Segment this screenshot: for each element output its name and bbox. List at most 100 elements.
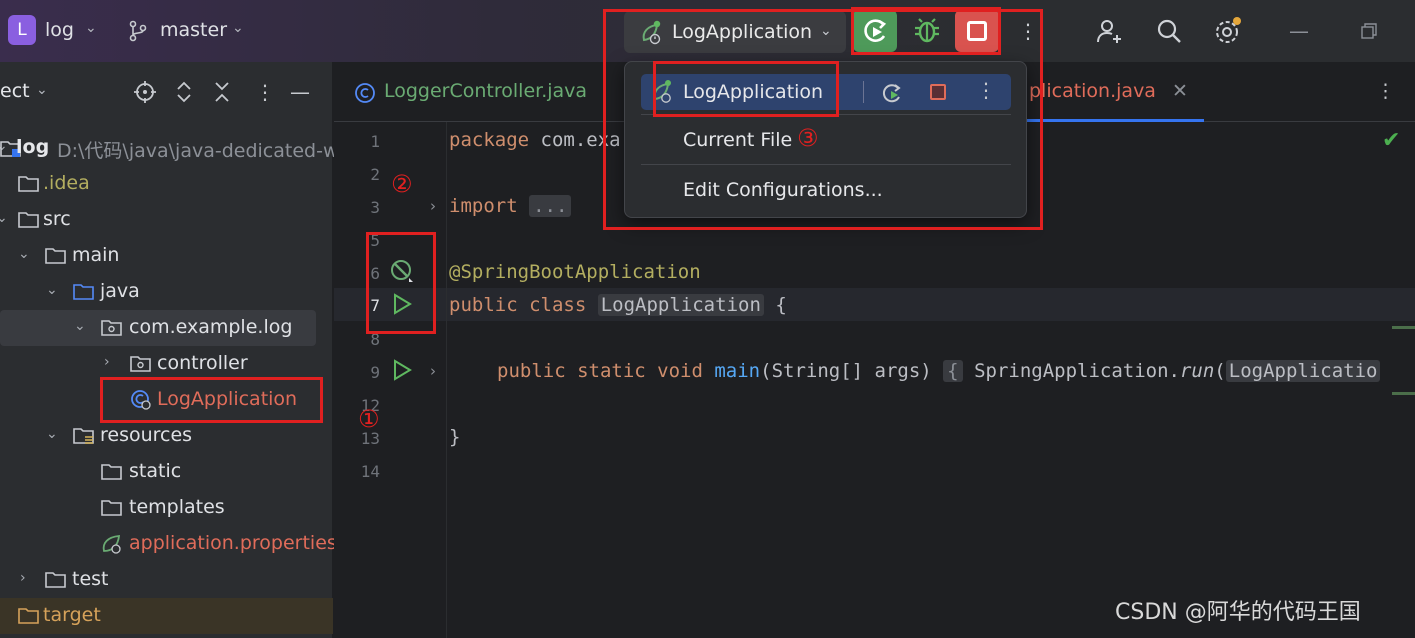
annotation-box-gutter bbox=[366, 232, 436, 334]
tree-item-label: controller bbox=[157, 352, 248, 374]
code-keyword: package bbox=[449, 129, 530, 151]
settings-icon[interactable] bbox=[1211, 14, 1245, 48]
run-gutter-icon[interactable] bbox=[390, 358, 414, 382]
change-marker bbox=[1392, 326, 1415, 329]
collapse-all-icon[interactable] bbox=[212, 80, 232, 109]
tree-item-application-properties[interactable]: application.properties bbox=[0, 526, 337, 562]
excluded-folder-icon bbox=[18, 608, 39, 624]
tree-item-templates[interactable]: templates bbox=[0, 490, 333, 526]
project-name[interactable]: log bbox=[45, 19, 74, 41]
fold-icon[interactable]: › bbox=[430, 197, 436, 215]
tree-item-idea[interactable]: .idea bbox=[0, 166, 333, 202]
chevron-down-icon[interactable]: ⌄ bbox=[85, 20, 97, 36]
hide-panel-icon[interactable]: — bbox=[290, 80, 310, 104]
tab-label: LoggerController.java bbox=[384, 80, 588, 102]
tree-item-src[interactable]: ⌄ src bbox=[0, 202, 333, 238]
search-icon[interactable] bbox=[1152, 14, 1186, 48]
tab-label: plication.java bbox=[1029, 80, 1156, 102]
change-marker bbox=[1392, 392, 1415, 395]
code-line-9[interactable]: public static void main(String[] args) {… bbox=[497, 360, 1381, 382]
more-icon[interactable]: ⋮ bbox=[1376, 80, 1395, 102]
code-keyword: import bbox=[449, 195, 518, 217]
tree-item-label: java bbox=[100, 280, 140, 302]
folder-icon bbox=[45, 572, 66, 588]
expand-all-icon[interactable] bbox=[174, 80, 194, 109]
module-path: D:\代码\java\java-dedicated-w bbox=[57, 140, 339, 162]
code-text: ( bbox=[1214, 360, 1226, 382]
tree-item-java[interactable]: ⌄ java bbox=[0, 274, 333, 310]
chevron-down-icon[interactable]: ⌄ bbox=[0, 210, 8, 226]
annotation-number-2: ② bbox=[391, 170, 413, 198]
tree-item-target[interactable]: target bbox=[0, 598, 333, 634]
code-keyword: public static void bbox=[497, 360, 703, 382]
chevron-down-icon[interactable]: ⌄ bbox=[232, 20, 244, 36]
code-line-1[interactable]: package com.exa bbox=[449, 129, 621, 151]
tree-item-label: src bbox=[43, 208, 71, 230]
chevron-right-icon[interactable]: › bbox=[104, 354, 110, 370]
folder-icon bbox=[45, 248, 66, 264]
project-panel-header: ect ⌄ ⋮ — bbox=[0, 62, 333, 122]
code-line-13[interactable]: } bbox=[449, 426, 460, 448]
annotation-number-1: ① bbox=[358, 405, 380, 433]
code-argument: LogApplicatio bbox=[1225, 360, 1381, 382]
restore-icon[interactable] bbox=[1352, 14, 1386, 48]
branch-icon bbox=[129, 20, 147, 42]
tree-item-label: application.properties bbox=[129, 532, 337, 554]
chevron-down-icon[interactable]: ⌄ bbox=[36, 82, 48, 98]
tree-item-static[interactable]: static bbox=[0, 454, 333, 490]
minimize-icon[interactable]: — bbox=[1282, 14, 1316, 48]
code-line-7[interactable]: public class LogApplication { bbox=[449, 294, 787, 316]
annotation-box-tree-item bbox=[100, 377, 323, 423]
line-number: 1 bbox=[370, 132, 380, 151]
fold-icon[interactable]: › bbox=[430, 362, 436, 380]
folder-icon bbox=[18, 176, 39, 192]
tree-item-com-example-log[interactable]: ⌄ com.example.log bbox=[0, 310, 316, 346]
folder-icon bbox=[101, 500, 122, 516]
project-badge[interactable]: L bbox=[8, 15, 36, 45]
chevron-down-icon[interactable]: ⌄ bbox=[46, 282, 58, 298]
code-line-3[interactable]: import ... bbox=[449, 195, 572, 217]
locate-icon[interactable] bbox=[133, 80, 157, 109]
close-icon[interactable]: ✕ bbox=[1172, 80, 1188, 102]
package-icon bbox=[101, 320, 122, 336]
tree-item-main[interactable]: ⌄ main bbox=[0, 238, 333, 274]
tree-item-label: templates bbox=[129, 496, 225, 518]
tree-item-label: log bbox=[16, 136, 50, 158]
source-folder-icon bbox=[73, 284, 94, 300]
add-user-icon[interactable] bbox=[1092, 14, 1126, 48]
tree-item-test[interactable]: › test bbox=[0, 562, 333, 598]
chevron-down-icon[interactable]: ⌄ bbox=[18, 246, 30, 262]
package-icon bbox=[130, 356, 151, 372]
folded-body[interactable]: { bbox=[943, 360, 963, 382]
code-line-6[interactable]: @SpringBootApplication bbox=[449, 261, 701, 283]
tree-item-log[interactable]: ⌄ log D:\代码\java\java-dedicated-w bbox=[0, 130, 338, 166]
folder-icon bbox=[18, 212, 39, 228]
tree-item-label: .idea bbox=[43, 172, 90, 194]
line-number: 2 bbox=[370, 165, 380, 184]
code-text: { bbox=[763, 294, 787, 316]
project-panel-title[interactable]: ect bbox=[0, 80, 30, 102]
tree-item-label: resources bbox=[100, 424, 193, 446]
chevron-down-icon[interactable]: ⌄ bbox=[46, 426, 58, 442]
chevron-right-icon[interactable]: › bbox=[20, 570, 26, 586]
code-class-name: LogApplication bbox=[597, 294, 764, 316]
code-keyword: public class bbox=[449, 294, 587, 316]
more-icon[interactable]: ⋮ bbox=[255, 80, 275, 104]
code-method-name: main bbox=[714, 360, 761, 382]
check-icon: ✔ bbox=[1382, 128, 1401, 153]
tree-item-label: main bbox=[72, 244, 120, 266]
tree-item-label: target bbox=[43, 604, 101, 626]
tree-item-label: static bbox=[129, 460, 182, 482]
branch-name[interactable]: master bbox=[160, 19, 227, 41]
watermark: CSDN @阿华的代码王国 bbox=[1115, 600, 1361, 625]
line-number: 14 bbox=[360, 462, 380, 481]
code-method-call: run bbox=[1179, 360, 1215, 382]
code-text: (String[] args) bbox=[760, 360, 932, 382]
annotation-number-3: ③ bbox=[797, 124, 819, 152]
class-icon bbox=[355, 83, 375, 103]
folded-imports[interactable]: ... bbox=[529, 195, 572, 217]
gutter-divider bbox=[446, 122, 447, 638]
tree-item-resources[interactable]: ⌄ resources bbox=[0, 418, 333, 454]
folder-icon bbox=[101, 464, 122, 480]
chevron-down-icon[interactable]: ⌄ bbox=[74, 318, 86, 334]
